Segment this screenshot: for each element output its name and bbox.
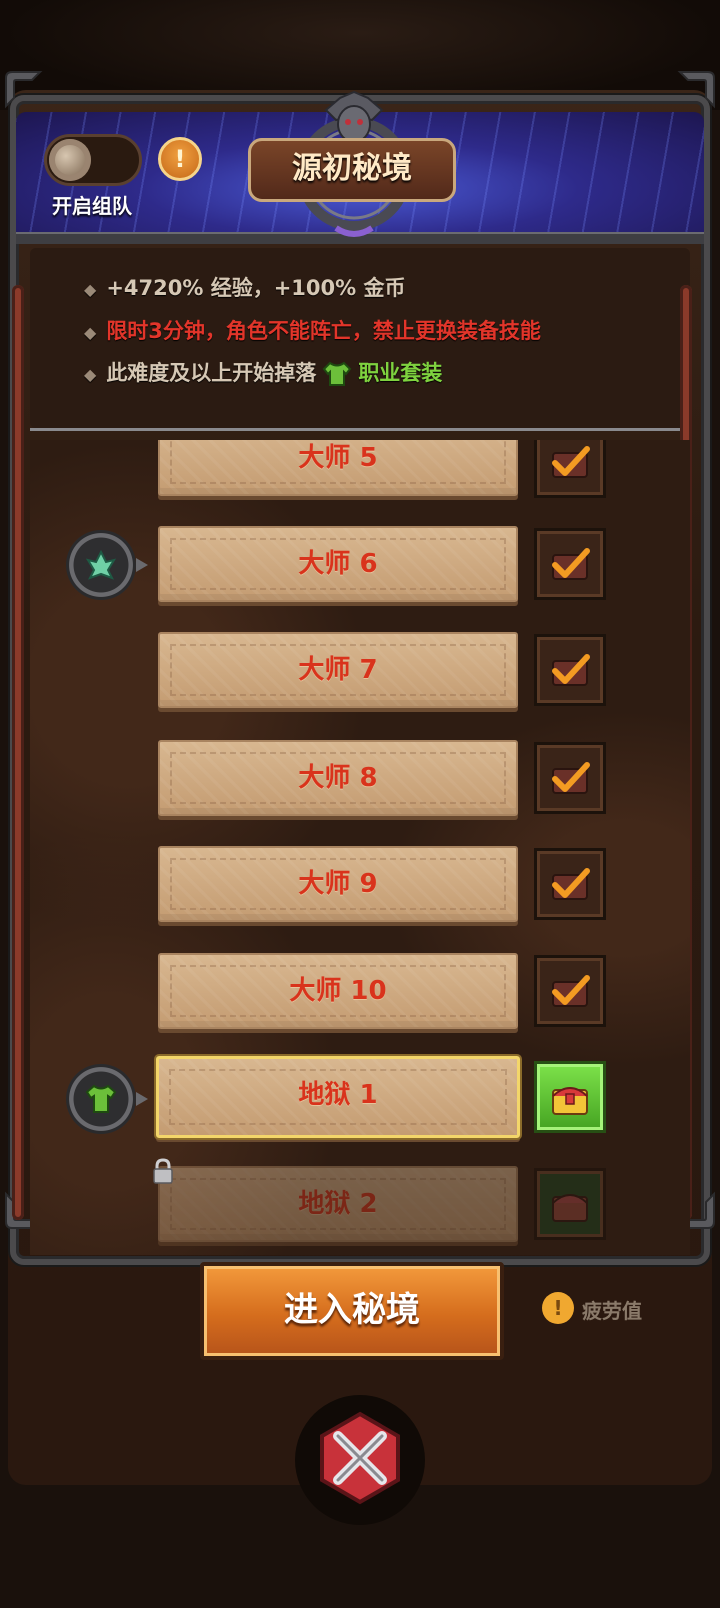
info-divider <box>30 428 690 438</box>
difficulty-row-master-9[interactable]: 大师 9 <box>158 846 518 922</box>
difficulty-list[interactable]: 大师 5 大师 6 大师 7 大师 8 大师 9 大师 10 地狱 1 地狱 2 <box>30 440 690 1255</box>
corner-ornament-top-right <box>676 68 718 110</box>
difficulty-row-master-6[interactable]: 大师 6 <box>158 526 518 602</box>
team-toggle[interactable] <box>44 134 142 186</box>
enter-realm-button[interactable]: 进入秘境 <box>200 1262 504 1360</box>
leaf-material-icon <box>85 549 117 580</box>
armor-set-icon <box>85 1084 117 1113</box>
team-toggle-label: 开启组队 <box>52 194 132 218</box>
reward-bubble[interactable] <box>66 1064 148 1134</box>
bullet-icon: ◆ <box>84 365 97 384</box>
toggle-knob <box>49 139 91 181</box>
bullet-icon: ◆ <box>84 280 97 299</box>
check-icon <box>552 654 590 686</box>
bullet-icon: ◆ <box>84 323 97 342</box>
check-icon <box>552 762 590 794</box>
reward-chest-claimed[interactable] <box>534 955 606 1027</box>
difficulty-row-master-7[interactable]: 大师 7 <box>158 632 518 708</box>
page-title: 源初秘境 <box>248 138 456 202</box>
armor-set-icon <box>322 361 352 386</box>
lock-icon <box>153 1158 173 1184</box>
difficulty-row-hell-2[interactable]: 地狱 2 <box>158 1166 518 1242</box>
difficulty-row-master-10[interactable]: 大师 10 <box>158 953 518 1029</box>
fatigue-label[interactable]: 疲劳值 <box>582 1295 642 1324</box>
treasure-chest-icon <box>552 1087 588 1115</box>
reward-chest-locked[interactable] <box>534 1168 606 1240</box>
info-line-drops: ◆ 此难度及以上开始掉落 职业套装 <box>84 361 443 386</box>
treasure-chest-icon <box>552 1194 588 1222</box>
difficulty-row-master-5[interactable]: 大师 5 <box>158 440 518 496</box>
reward-chest-claimed[interactable] <box>534 528 606 600</box>
info-button[interactable]: ! <box>158 137 202 181</box>
close-icon[interactable] <box>312 1410 408 1506</box>
info-line-rewards: ◆ +4720% 经验，+100% 金币 <box>84 276 406 300</box>
check-icon <box>552 868 590 900</box>
reward-chest-claimed[interactable] <box>534 440 606 498</box>
difficulty-row-hell-1[interactable]: 地狱 1 <box>156 1056 520 1138</box>
check-icon <box>552 446 590 478</box>
difficulty-row-master-8[interactable]: 大师 8 <box>158 740 518 816</box>
reward-chest-claimed[interactable] <box>534 634 606 706</box>
reward-chest-claimed[interactable] <box>534 848 606 920</box>
left-side-bar <box>12 285 24 1220</box>
corner-ornament-top-left <box>2 68 44 110</box>
check-icon <box>552 548 590 580</box>
reward-bubble[interactable] <box>66 530 148 600</box>
check-icon <box>552 975 590 1007</box>
reward-chest-claimed[interactable] <box>534 742 606 814</box>
fatigue-info-icon[interactable]: ! <box>542 1292 574 1324</box>
info-line-rules: ◆ 限时3分钟，角色不能阵亡，禁止更换装备技能 <box>84 319 541 343</box>
reward-chest-available[interactable] <box>534 1061 606 1133</box>
